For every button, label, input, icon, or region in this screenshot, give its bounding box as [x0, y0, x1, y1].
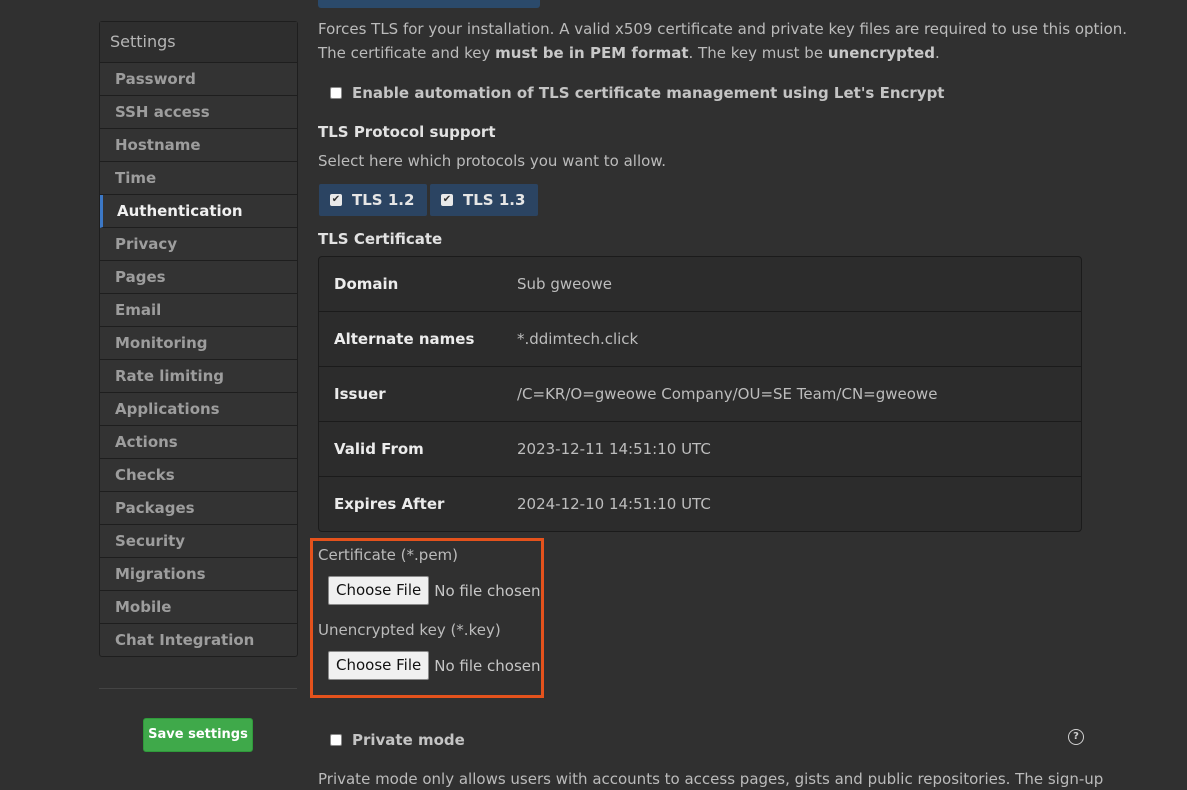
- letsencrypt-label: Enable automation of TLS certificate man…: [352, 84, 945, 102]
- protocol-support-hint: Select here which protocols you want to …: [318, 152, 666, 170]
- top-button-edge[interactable]: [318, 0, 540, 8]
- sidebar-item-hostname[interactable]: Hostname: [100, 129, 297, 162]
- sidebar-item-actions[interactable]: Actions: [100, 426, 297, 459]
- sidebar-item-checks[interactable]: Checks: [100, 459, 297, 492]
- tls-1-2-label: TLS 1.2: [352, 191, 415, 209]
- cert-key-domain: Domain: [334, 275, 399, 293]
- cert-key-issuer: Issuer: [334, 385, 386, 403]
- private-mode-checkbox[interactable]: [330, 734, 342, 746]
- cert-value-expires-after: 2024-12-10 14:51:10 UTC: [517, 495, 711, 513]
- tls-description-text: .: [934, 44, 940, 62]
- private-mode-label: Private mode: [352, 731, 465, 749]
- key-file-label: Unencrypted key (*.key): [318, 621, 501, 639]
- private-mode-description: Private mode only allows users with acco…: [318, 770, 1104, 788]
- tls-1-3-option[interactable]: ✔ TLS 1.3: [430, 184, 539, 216]
- table-row: Expires After 2024-12-10 14:51:10 UTC: [319, 477, 1081, 531]
- letsencrypt-checkbox[interactable]: [330, 87, 342, 99]
- cert-value-alternate-names: *.ddimtech.click: [517, 330, 639, 348]
- tls-description-text: . The key must be: [688, 44, 828, 62]
- sidebar-item-time[interactable]: Time: [100, 162, 297, 195]
- check-icon[interactable]: ✔: [330, 194, 342, 206]
- cert-key-valid-from: Valid From: [334, 440, 424, 458]
- certificate-file-input[interactable]: Choose File No file chosen: [328, 576, 541, 605]
- sidebar-item-chat-integration[interactable]: Chat Integration: [100, 624, 297, 656]
- certificate-choose-file-button[interactable]: Choose File: [328, 576, 430, 605]
- tls-1-2-option[interactable]: ✔ TLS 1.2: [319, 184, 428, 216]
- certificate-file-status: No file chosen: [434, 581, 541, 600]
- key-file-input[interactable]: Choose File No file chosen: [328, 651, 541, 680]
- tls-description-text: The certificate and key: [318, 44, 496, 62]
- key-choose-file-button[interactable]: Choose File: [328, 651, 430, 680]
- tls-certificate-title: TLS Certificate: [318, 230, 443, 248]
- key-file-status: No file chosen: [434, 656, 541, 675]
- sidebar-item-authentication[interactable]: Authentication: [100, 195, 297, 228]
- letsencrypt-option[interactable]: Enable automation of TLS certificate man…: [330, 84, 944, 102]
- sidebar-items: Password SSH access Hostname Time Authen…: [100, 63, 297, 656]
- table-row: Domain Sub gweowe: [319, 257, 1081, 312]
- tls-description-line1: Forces TLS for your installation. A vali…: [318, 20, 1128, 38]
- protocol-support-title: TLS Protocol support: [318, 123, 496, 141]
- sidebar-item-password[interactable]: Password: [100, 63, 297, 96]
- cert-value-issuer: /C=KR/O=gweowe Company/OU=SE Team/CN=gwe…: [517, 385, 938, 403]
- table-row: Issuer /C=KR/O=gweowe Company/OU=SE Team…: [319, 367, 1081, 422]
- sidebar-item-security[interactable]: Security: [100, 525, 297, 558]
- sidebar-item-applications[interactable]: Applications: [100, 393, 297, 426]
- unencrypted-emphasis: unencrypted: [827, 44, 935, 62]
- sidebar-item-ssh-access[interactable]: SSH access: [100, 96, 297, 129]
- tls-description-line2: The certificate and key must be in PEM f…: [318, 44, 940, 62]
- settings-sidebar: Settings Password SSH access Hostname Ti…: [99, 21, 298, 657]
- table-row: Alternate names *.ddimtech.click: [319, 312, 1081, 367]
- sidebar-item-migrations[interactable]: Migrations: [100, 558, 297, 591]
- sidebar-item-rate-limiting[interactable]: Rate limiting: [100, 360, 297, 393]
- sidebar-item-privacy[interactable]: Privacy: [100, 228, 297, 261]
- certificate-file-label: Certificate (*.pem): [318, 546, 459, 564]
- tls-1-3-label: TLS 1.3: [463, 191, 526, 209]
- help-icon[interactable]: ?: [1068, 729, 1084, 745]
- pem-format-emphasis: must be in PEM format: [495, 44, 689, 62]
- cert-value-valid-from: 2023-12-11 14:51:10 UTC: [517, 440, 711, 458]
- sidebar-item-monitoring[interactable]: Monitoring: [100, 327, 297, 360]
- sidebar-item-mobile[interactable]: Mobile: [100, 591, 297, 624]
- sidebar-item-pages[interactable]: Pages: [100, 261, 297, 294]
- check-icon[interactable]: ✔: [441, 194, 453, 206]
- private-mode-option[interactable]: Private mode: [330, 731, 465, 749]
- cert-key-alternate-names: Alternate names: [334, 330, 475, 348]
- tls-certificate-table: Domain Sub gweowe Alternate names *.ddim…: [318, 256, 1082, 532]
- save-settings-button[interactable]: Save settings: [143, 718, 253, 752]
- cert-key-expires-after: Expires After: [334, 495, 445, 513]
- sidebar-heading: Settings: [100, 22, 297, 63]
- sidebar-item-email[interactable]: Email: [100, 294, 297, 327]
- sidebar-divider: [99, 688, 297, 689]
- table-row: Valid From 2023-12-11 14:51:10 UTC: [319, 422, 1081, 477]
- sidebar-item-packages[interactable]: Packages: [100, 492, 297, 525]
- cert-value-domain: Sub gweowe: [517, 275, 613, 293]
